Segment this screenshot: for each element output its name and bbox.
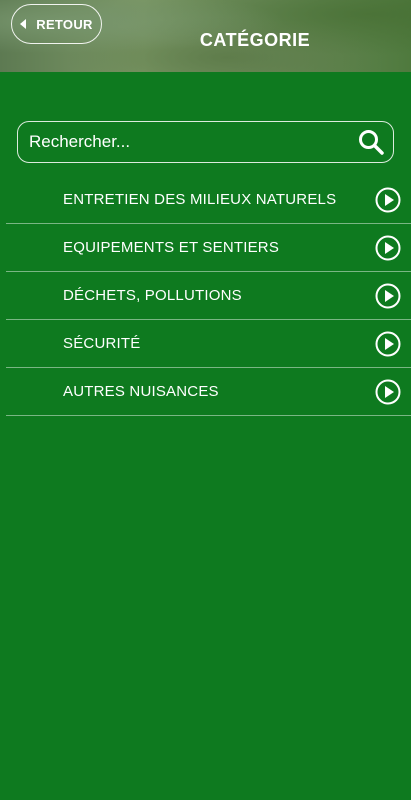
category-screen: RETOUR CATÉGORIE ENTRETIEN DES MILIEUX N… [0, 0, 411, 800]
category-label: ENTRETIEN DES MILIEUX NATURELS [63, 191, 337, 208]
search-input[interactable] [18, 121, 357, 163]
page-title: CATÉGORIE [199, 30, 311, 50]
category-item-securite[interactable]: SÉCURITÉ [6, 320, 411, 368]
category-list: ENTRETIEN DES MILIEUX NATURELS EQUIPEMEN… [0, 176, 411, 416]
play-circle-icon[interactable] [375, 283, 401, 309]
category-label: SÉCURITÉ [63, 335, 141, 352]
header-bar: RETOUR CATÉGORIE [0, 0, 411, 72]
category-label: EQUIPEMENTS ET SENTIERS [63, 239, 280, 256]
category-label: AUTRES NUISANCES [63, 383, 219, 400]
search-icon[interactable] [357, 128, 385, 156]
category-item-equipements[interactable]: EQUIPEMENTS ET SENTIERS [6, 224, 411, 272]
category-item-dechets[interactable]: DÉCHETS, POLLUTIONS [6, 272, 411, 320]
play-circle-icon[interactable] [375, 379, 401, 405]
back-button[interactable]: RETOUR [11, 4, 102, 44]
play-circle-icon[interactable] [375, 235, 401, 261]
back-button-label: RETOUR [36, 16, 93, 32]
category-label: DÉCHETS, POLLUTIONS [63, 287, 242, 304]
play-circle-icon[interactable] [375, 187, 401, 213]
caret-left-icon [20, 19, 27, 29]
category-item-entretien[interactable]: ENTRETIEN DES MILIEUX NATURELS [6, 176, 411, 224]
category-item-autres[interactable]: AUTRES NUISANCES [6, 368, 411, 416]
play-circle-icon[interactable] [375, 331, 401, 357]
search-bar [17, 121, 394, 163]
